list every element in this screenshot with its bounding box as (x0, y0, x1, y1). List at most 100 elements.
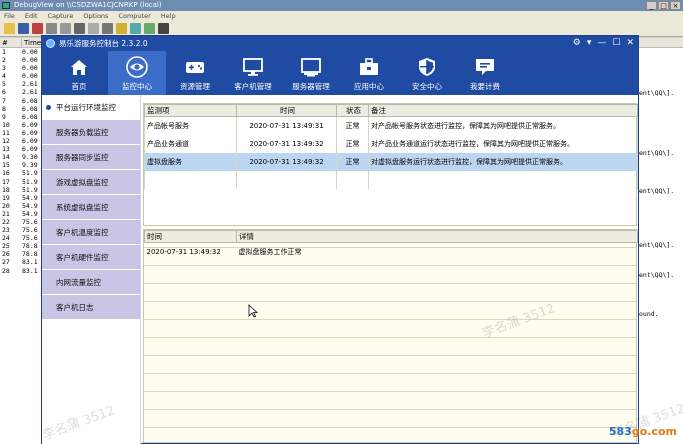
log-number: 10 (2, 120, 10, 129)
timer-icon[interactable] (116, 23, 127, 34)
col-note[interactable]: 备注 (368, 104, 638, 117)
col-time[interactable]: 时间 (236, 104, 337, 117)
cell-time: 2020-07-31 13:49:32 (236, 134, 337, 153)
sidebar-item[interactable]: 客户机硬件监控 (42, 245, 140, 270)
main-nav: 首页 监控中心 资源管理 客户机管理 服务器管理 应用中心 安全中心 我要计费 (42, 51, 638, 95)
maximize-icon[interactable]: □ (658, 1, 669, 10)
nav-label: 客户机管理 (234, 82, 272, 91)
monitor-table: 监测项 时间 状态 备注 产品帐号服务 2020-07-31 13:49:31 正常… (144, 104, 638, 189)
close-icon[interactable]: × (670, 1, 681, 10)
log-time: 6.09 (22, 145, 38, 154)
detail-row[interactable]: 2020-07-31 13:49:32 虚拟盘服务工作正常 (145, 243, 638, 261)
log-number: 6 (2, 88, 6, 97)
col-detail-time[interactable]: 时间 (144, 230, 237, 243)
table-row[interactable]: 虚拟盘服务 2020-07-31 13:49:32 正常 对虚拟盘服务运行状态进行监控… (144, 152, 638, 171)
home-icon (71, 60, 87, 75)
menu-item[interactable]: File (4, 11, 15, 21)
log-number: 4 (2, 72, 6, 81)
gamepad-icon (186, 62, 204, 73)
close-icon[interactable]: ✕ (626, 36, 634, 51)
cell-note: 对产品帐号服务状态进行监控，保障其为网吧提供正常服务。 (368, 116, 638, 135)
minimize-icon[interactable]: — (597, 36, 606, 51)
col-number[interactable]: # (0, 38, 22, 47)
sidebar-item[interactable]: 内网流量监控 (42, 270, 140, 295)
clear-icon[interactable] (60, 23, 71, 34)
cell-time: 2020-07-31 13:49:31 (236, 116, 337, 135)
sidebar-item[interactable]: 客户机温度监控 (42, 220, 140, 245)
edit-icon[interactable] (88, 23, 99, 34)
cell-item: 虚拟盘服务 (144, 152, 237, 171)
log-number: 11 (2, 128, 10, 137)
log-time: 0.00 (22, 48, 38, 56)
sidebar-item[interactable]: 服务器负载监控 (42, 120, 140, 145)
filter-icon[interactable] (130, 23, 141, 34)
cell-status: 正常 (336, 134, 369, 153)
log-number: 3 (2, 64, 6, 73)
log-message-fragment: ound. (639, 310, 659, 318)
dropdown-icon[interactable]: ▾ (587, 36, 592, 51)
nav-client-mgmt[interactable]: 客户机管理 (224, 51, 282, 95)
menu-item[interactable]: Help (161, 11, 176, 21)
eye-icon (126, 56, 148, 78)
sidebar-item[interactable]: 平台运行环境监控 (42, 95, 140, 120)
col-item[interactable]: 监测项 (144, 104, 237, 117)
table-row[interactable]: 产品业务通道 2020-07-31 13:49:32 正常 对产品业务通道运行状态进行… (144, 134, 638, 153)
sidebar-item[interactable]: 系统虚拟盘监控 (42, 195, 140, 220)
toolbox-icon (360, 58, 378, 75)
nav-resource-mgmt[interactable]: 资源管理 (166, 51, 224, 95)
cell-time: 2020-07-31 13:49:32 (236, 152, 337, 171)
menu-item[interactable]: Edit (25, 11, 38, 21)
log-number: 28 (2, 266, 10, 275)
menu-item[interactable]: Computer (118, 11, 150, 21)
save-icon[interactable] (18, 23, 29, 34)
sidebar-item[interactable]: 服务器同步监控 (42, 145, 140, 170)
open-icon[interactable] (4, 23, 15, 34)
debugview-titlebar: DebugView on \\CSDZWA1CJCNRKP (local) _ … (0, 0, 683, 11)
log-time: 83.1 (22, 266, 38, 275)
menu-item[interactable]: Options (83, 11, 108, 21)
cell-note: 对产品业务通道运行状态进行监控，保障其为网吧提供正常服务。 (368, 134, 638, 153)
log-message-fragment: ent\QQ\]. (639, 241, 675, 249)
app-titlebar: 易乐游服务控制台 2.3.2.0 ⚙ ▾ — ☐ ✕ (42, 36, 638, 51)
nav-billing[interactable]: 我要计费 (456, 51, 514, 95)
log-number: 12 (2, 137, 10, 146)
nav-monitor-center[interactable]: 监控中心 (108, 51, 166, 95)
server-icon (301, 58, 321, 77)
nav-app-center[interactable]: 应用中心 (340, 51, 398, 95)
minimize-icon[interactable]: _ (646, 1, 657, 10)
col-status[interactable]: 状态 (336, 104, 369, 117)
log-time: 6.08 (22, 104, 38, 113)
nav-server-mgmt[interactable]: 服务器管理 (282, 51, 340, 95)
capture-icon[interactable] (46, 23, 57, 34)
table-row[interactable]: 产品帐号服务 2020-07-31 13:49:31 正常 对产品帐号服务状态进行监控… (144, 116, 638, 135)
chat-icon (476, 59, 494, 75)
history-icon[interactable] (102, 23, 113, 34)
col-detail[interactable]: 详情 (236, 230, 638, 243)
nav-security-center[interactable]: 安全中心 (398, 51, 456, 95)
log-time: 75.6 (22, 217, 38, 226)
sidebar-item[interactable]: 客户机日志 (42, 295, 140, 320)
log-time: 54.9 (22, 209, 38, 218)
nav-home[interactable]: 首页 (50, 51, 108, 95)
debugview-menubar: File Edit Capture Options Computer Help (0, 11, 683, 21)
detail-table: 时间 详情 2020-07-31 13:49:32 虚拟盘服务工作正常 (144, 230, 638, 261)
cell-note: 对虚拟盘服务运行状态进行监控，保障其为网吧提供正常服务。 (368, 152, 638, 171)
log-time: 75.6 (22, 234, 38, 243)
nav-label: 首页 (71, 82, 87, 91)
log-number: 24 (2, 234, 10, 243)
find-icon[interactable] (158, 23, 169, 34)
log-number: 19 (2, 193, 10, 202)
settings-icon[interactable]: ⚙ (573, 36, 581, 51)
menu-item[interactable]: Capture (47, 11, 73, 21)
cell-status: 正常 (336, 116, 369, 135)
mouse-cursor-icon (248, 304, 258, 318)
highlight-icon[interactable] (144, 23, 155, 34)
sidebar-item[interactable]: 游戏虚拟盘监控 (42, 170, 140, 195)
log-time: 9.39 (22, 161, 38, 170)
save-as-icon[interactable] (32, 23, 43, 34)
scroll-icon[interactable] (74, 23, 85, 34)
monitor-sidebar: 平台运行环境监控 服务器负载监控 服务器同步监控 游戏虚拟盘监控 系统虚拟盘监控 客户机温… (42, 95, 141, 444)
log-time: 6.09 (22, 128, 38, 137)
maximize-icon[interactable]: ☐ (612, 36, 620, 51)
log-number: 25 (2, 242, 10, 251)
